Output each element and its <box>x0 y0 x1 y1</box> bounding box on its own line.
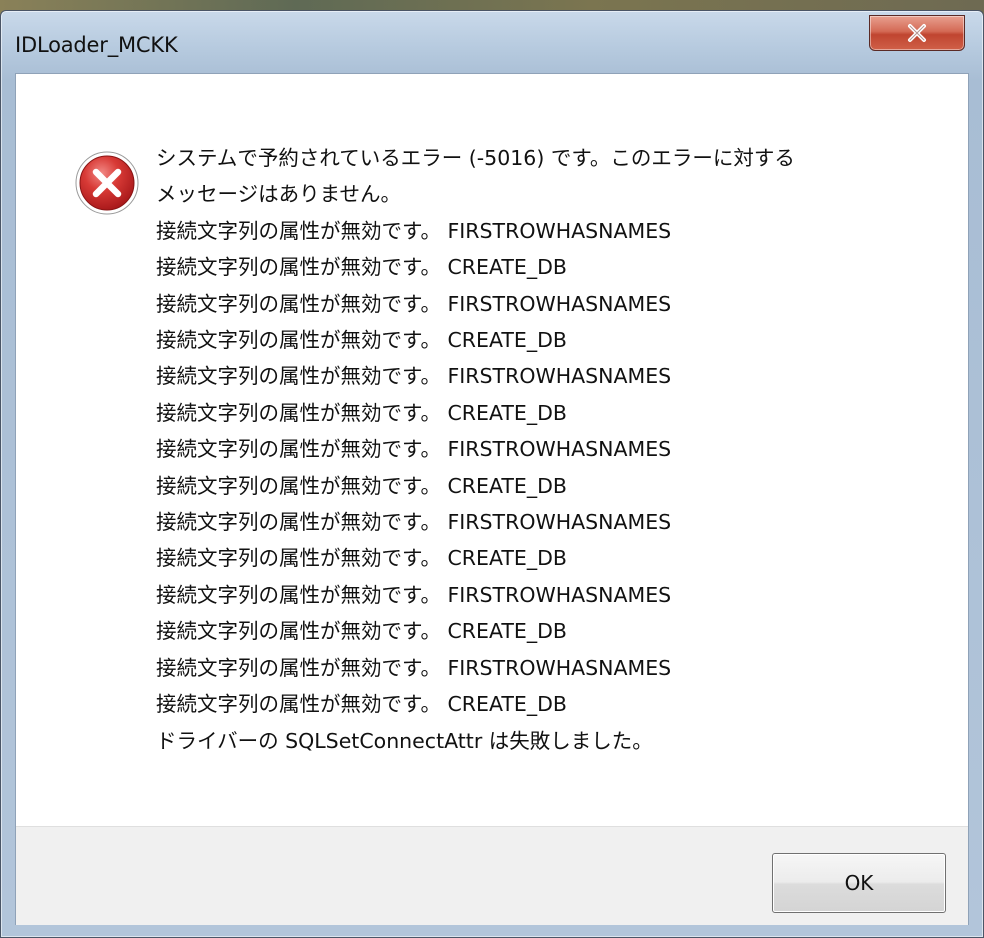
message-line: 接続文字列の属性が無効です。 FIRSTROWHASNAMES <box>156 510 672 535</box>
message-line: 接続文字列の属性が無効です。 CREATE_DB <box>156 255 567 280</box>
button-bar: OK <box>16 826 968 925</box>
message-area: システムで予約されているエラー (-5016) です。このエラーに対する メッセ… <box>16 74 968 826</box>
error-icon <box>75 151 139 215</box>
message-line: 接続文字列の属性が無効です。 FIRSTROWHASNAMES <box>156 655 672 680</box>
dialog-client-area: システムで予約されているエラー (-5016) です。このエラーに対する メッセ… <box>15 73 969 925</box>
ok-button[interactable]: OK <box>772 853 946 913</box>
message-line: システムで予約されているエラー (-5016) です。このエラーに対する <box>156 146 795 170</box>
error-message: システムで予約されているエラー (-5016) です。このエラーに対する メッセ… <box>156 140 946 759</box>
message-line: 接続文字列の属性が無効です。 FIRSTROWHASNAMES <box>156 218 672 243</box>
message-line: メッセージはありません。 <box>156 182 401 207</box>
window-title: IDLoader_MCKK <box>15 33 178 57</box>
close-button[interactable] <box>869 15 965 51</box>
message-line: 接続文字列の属性が無効です。 FIRSTROWHASNAMES <box>156 364 672 389</box>
message-line: 接続文字列の属性が無効です。 CREATE_DB <box>156 328 567 353</box>
title-bar[interactable]: IDLoader_MCKK <box>1 11 983 73</box>
message-line: 接続文字列の属性が無効です。 CREATE_DB <box>156 400 567 425</box>
message-line: 接続文字列の属性が無効です。 FIRSTROWHASNAMES <box>156 437 672 462</box>
message-line: ドライバーの SQLSetConnectAttr は失敗しました。 <box>156 728 653 753</box>
message-line: 接続文字列の属性が無効です。 CREATE_DB <box>156 692 567 717</box>
message-line: 接続文字列の属性が無効です。 FIRSTROWHASNAMES <box>156 582 672 607</box>
message-line: 接続文字列の属性が無効です。 CREATE_DB <box>156 473 567 498</box>
close-icon <box>908 24 926 42</box>
error-dialog-window: IDLoader_MCKK システムで予約されているエラー (-5016) です… <box>0 10 984 938</box>
message-line: 接続文字列の属性が無効です。 CREATE_DB <box>156 546 567 571</box>
message-line: 接続文字列の属性が無効です。 CREATE_DB <box>156 619 567 644</box>
message-line: 接続文字列の属性が無効です。 FIRSTROWHASNAMES <box>156 291 672 316</box>
